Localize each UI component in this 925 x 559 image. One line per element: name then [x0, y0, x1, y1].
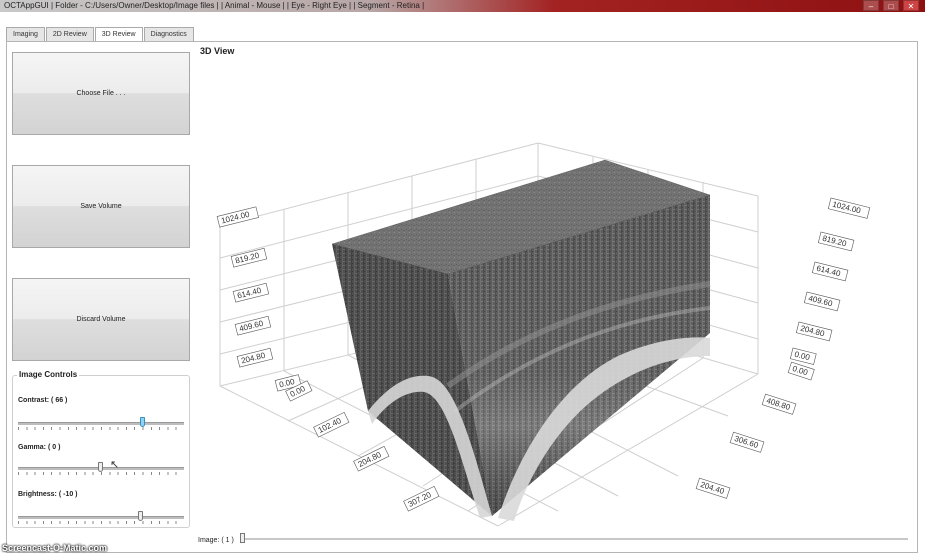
- front-axis-label: 102.40: [317, 416, 343, 435]
- window-title: OCTAppGUI | Folder - C:/Users/Owner/Desk…: [4, 1, 425, 10]
- arrow-cursor-icon: ↖: [110, 459, 120, 471]
- 3d-view-canvas[interactable]: 1024.00 819.20 614.40 409.60 204.80 0.00…: [198, 56, 912, 530]
- view-title: 3D View: [200, 46, 235, 56]
- right-axis-labels: 1024.00 819.20 614.40 409.60 204.80 0.00: [789, 197, 871, 365]
- brightness-thumb[interactable]: [138, 511, 143, 521]
- maximize-button[interactable]: □: [883, 0, 899, 11]
- image-slider-track: [240, 538, 908, 540]
- discard-volume-button[interactable]: Discard Volume: [12, 278, 190, 361]
- title-bar: OCTAppGUI | Folder - C:/Users/Owner/Desk…: [0, 0, 925, 12]
- contrast-track: [18, 422, 184, 425]
- image-slider-thumb[interactable]: [240, 533, 245, 543]
- brightness-label: Brightness: ( -10 ): [18, 491, 78, 498]
- gamma-slider[interactable]: [18, 461, 184, 477]
- tab-imaging[interactable]: Imaging: [6, 27, 45, 41]
- watermark: Screencast-O-Matic.com: [2, 543, 108, 553]
- image-slider[interactable]: [240, 533, 908, 545]
- brightness-ticks: [18, 521, 184, 524]
- gamma-label: Gamma: ( 0 ): [18, 444, 61, 451]
- contrast-slider[interactable]: [18, 416, 184, 432]
- contrast-label: Contrast: ( 66 ): [18, 397, 68, 404]
- tab-diagnostics[interactable]: Diagnostics: [143, 27, 194, 41]
- tab-bar: Imaging 2D Review 3D Review Diagnostics: [6, 27, 195, 42]
- tab-3d-review[interactable]: 3D Review: [94, 27, 143, 42]
- contrast-thumb[interactable]: [140, 417, 145, 427]
- brightness-track: [18, 516, 184, 519]
- brightness-slider[interactable]: [18, 510, 184, 526]
- right-floor-axis-labels: 0.00 408.80 306.60 204.40: [695, 361, 815, 499]
- gamma-thumb[interactable]: [98, 462, 103, 472]
- left-axis-labels: 1024.00 819.20 614.40 409.60 204.80 0.00: [216, 206, 302, 392]
- image-slider-label: Image: ( 1 ): [198, 537, 234, 544]
- choose-file-button[interactable]: Choose File . . .: [12, 52, 190, 135]
- minimize-button[interactable]: –: [863, 0, 879, 11]
- contrast-ticks: [18, 427, 184, 430]
- front-axis-label: 307.20: [407, 490, 433, 509]
- image-controls-title: Image Controls: [17, 370, 80, 379]
- gamma-ticks: [18, 472, 184, 475]
- tab-2d-review[interactable]: 2D Review: [45, 27, 94, 41]
- save-volume-button[interactable]: Save Volume: [12, 165, 190, 248]
- close-button[interactable]: ✕: [903, 0, 919, 11]
